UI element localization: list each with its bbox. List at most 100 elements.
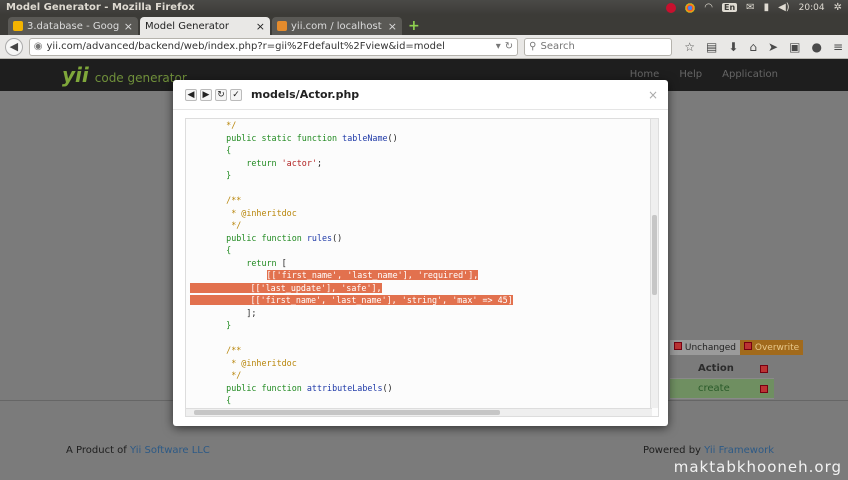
action-column-header: Action xyxy=(698,363,734,374)
chrome-icon[interactable] xyxy=(685,2,696,13)
code-token: tableName xyxy=(342,132,388,143)
new-tab-plus-icon[interactable]: + xyxy=(408,18,420,34)
row-checkbox[interactable] xyxy=(760,384,768,393)
code-token: [['first_name', 'last_name'], 'required'… xyxy=(266,270,479,280)
close-icon[interactable]: × xyxy=(648,88,658,102)
nav-home[interactable]: Home xyxy=(630,69,660,80)
yii-software-link[interactable]: Yii Software LLC xyxy=(130,445,210,456)
url-text[interactable]: yii.com/advanced/backend/web/index.php?r… xyxy=(47,41,492,52)
code-line: /** xyxy=(186,194,652,206)
home-icon[interactable]: ⌂ xyxy=(749,40,757,54)
mail-icon[interactable]: ✉ xyxy=(746,2,754,13)
code-line: [['first_name', 'last_name'], 'required'… xyxy=(186,269,652,281)
refresh-button[interactable]: ↻ xyxy=(215,88,227,101)
legend-unchanged-label: Unchanged xyxy=(684,343,737,353)
code-token: public function xyxy=(226,382,307,393)
code-token: [ xyxy=(281,257,287,268)
legend-overwrite-label: Overwrite xyxy=(754,343,800,353)
code-line: /** xyxy=(186,344,652,356)
phpmyadmin-favicon-icon xyxy=(277,21,287,31)
horizontal-scrollbar[interactable] xyxy=(186,408,652,416)
url-bar[interactable]: ◉ yii.com/advanced/backend/web/index.php… xyxy=(28,37,519,56)
globe-icon: ◉ xyxy=(33,41,43,52)
tab-close-icon[interactable]: × xyxy=(124,20,133,33)
search-input[interactable] xyxy=(540,41,661,52)
tab-label: yii.com / localhost / ... xyxy=(291,20,384,32)
tab-google-docs[interactable]: 3.database - Google ... × xyxy=(8,17,138,35)
code-token: */ xyxy=(226,120,237,130)
vertical-scroll-thumb[interactable] xyxy=(652,215,657,295)
reload-icon[interactable]: ↻ xyxy=(505,41,513,52)
code-token: /** xyxy=(226,195,242,205)
window-title: Model Generator - Mozilla Firefox xyxy=(6,2,195,13)
code-token: ]; xyxy=(246,307,257,318)
send-icon[interactable]: ➤ xyxy=(768,40,778,54)
code-token: */ xyxy=(231,370,242,380)
previous-file-button[interactable]: ◀ xyxy=(185,88,197,101)
nav-application[interactable]: Application xyxy=(722,69,778,80)
tab-close-icon[interactable]: × xyxy=(256,20,265,33)
bookmarks-list-icon[interactable]: ▤ xyxy=(706,40,717,54)
yii-framework-link[interactable]: Yii Framework xyxy=(704,445,774,456)
code-viewer[interactable]: */ public static function tableName() { … xyxy=(185,118,659,417)
code-line: */ xyxy=(186,219,652,231)
screenshot-icon[interactable]: ▣ xyxy=(789,40,800,54)
code-token: ; xyxy=(316,157,322,168)
nav-help[interactable]: Help xyxy=(679,69,702,80)
keyboard-layout-indicator[interactable]: En xyxy=(722,3,738,12)
dropdown-arrow-icon[interactable]: ▾ xyxy=(496,41,501,52)
tab-model-generator[interactable]: Model Generator × xyxy=(140,17,270,35)
volume-icon[interactable]: ◀) xyxy=(778,2,790,13)
select-checkbox-button[interactable]: ✓ xyxy=(230,88,242,101)
bookmark-star-icon[interactable]: ☆ xyxy=(684,40,695,54)
search-bar[interactable]: ⚲ xyxy=(524,37,673,56)
select-all-checkbox[interactable] xyxy=(760,364,768,373)
tab-phpmyadmin[interactable]: yii.com / localhost / ... × xyxy=(272,17,402,35)
download-icon[interactable]: ⬇ xyxy=(728,40,738,54)
battery-icon[interactable]: ▮ xyxy=(764,2,770,13)
back-button[interactable]: ◀ xyxy=(5,37,23,56)
code-line: { xyxy=(186,144,652,156)
search-icon: ⚲ xyxy=(529,41,537,52)
code-token: 'actor' xyxy=(281,157,317,168)
clock[interactable]: 20:04 xyxy=(799,3,825,13)
tab-strip: 3.database - Google ... × Model Generato… xyxy=(0,15,848,35)
code-line: return 'actor'; xyxy=(186,157,652,169)
code-line: public function rules() xyxy=(186,232,652,244)
horizontal-scroll-thumb[interactable] xyxy=(194,410,500,415)
code-line: * @inheritdoc xyxy=(186,207,652,219)
files-table: Action create xyxy=(670,359,774,399)
modal-title: models/Actor.php xyxy=(251,88,360,101)
code-token: return xyxy=(246,257,282,268)
yii-logo[interactable]: yii xyxy=(62,63,89,87)
vertical-scrollbar[interactable] xyxy=(650,119,658,408)
tab-label: Model Generator xyxy=(145,20,229,32)
wifi-icon[interactable]: ◠ xyxy=(704,2,713,13)
code-token: { xyxy=(226,395,232,405)
google-docs-favicon-icon xyxy=(13,21,23,31)
code-token: () xyxy=(387,132,398,143)
code-token: () xyxy=(332,232,343,243)
code-token: return xyxy=(246,157,282,168)
next-file-button[interactable]: ▶ xyxy=(200,88,212,101)
code-line: public static function tableName() xyxy=(186,132,652,144)
code-line: [['first_name', 'last_name'], 'string', … xyxy=(186,294,652,306)
legend-overwrite: Overwrite xyxy=(740,340,804,355)
settings-gear-icon[interactable]: ✲ xyxy=(834,2,842,13)
os-top-bar: Model Generator - Mozilla Firefox ◠ En ✉… xyxy=(0,0,848,15)
tab-close-icon[interactable]: × xyxy=(388,20,397,33)
chat-icon[interactable]: ● xyxy=(811,40,821,54)
code-line: */ xyxy=(186,369,652,381)
record-icon[interactable] xyxy=(666,2,677,13)
menu-icon[interactable]: ≡ xyxy=(833,40,843,54)
site-nav: Home Help Application xyxy=(630,69,778,80)
